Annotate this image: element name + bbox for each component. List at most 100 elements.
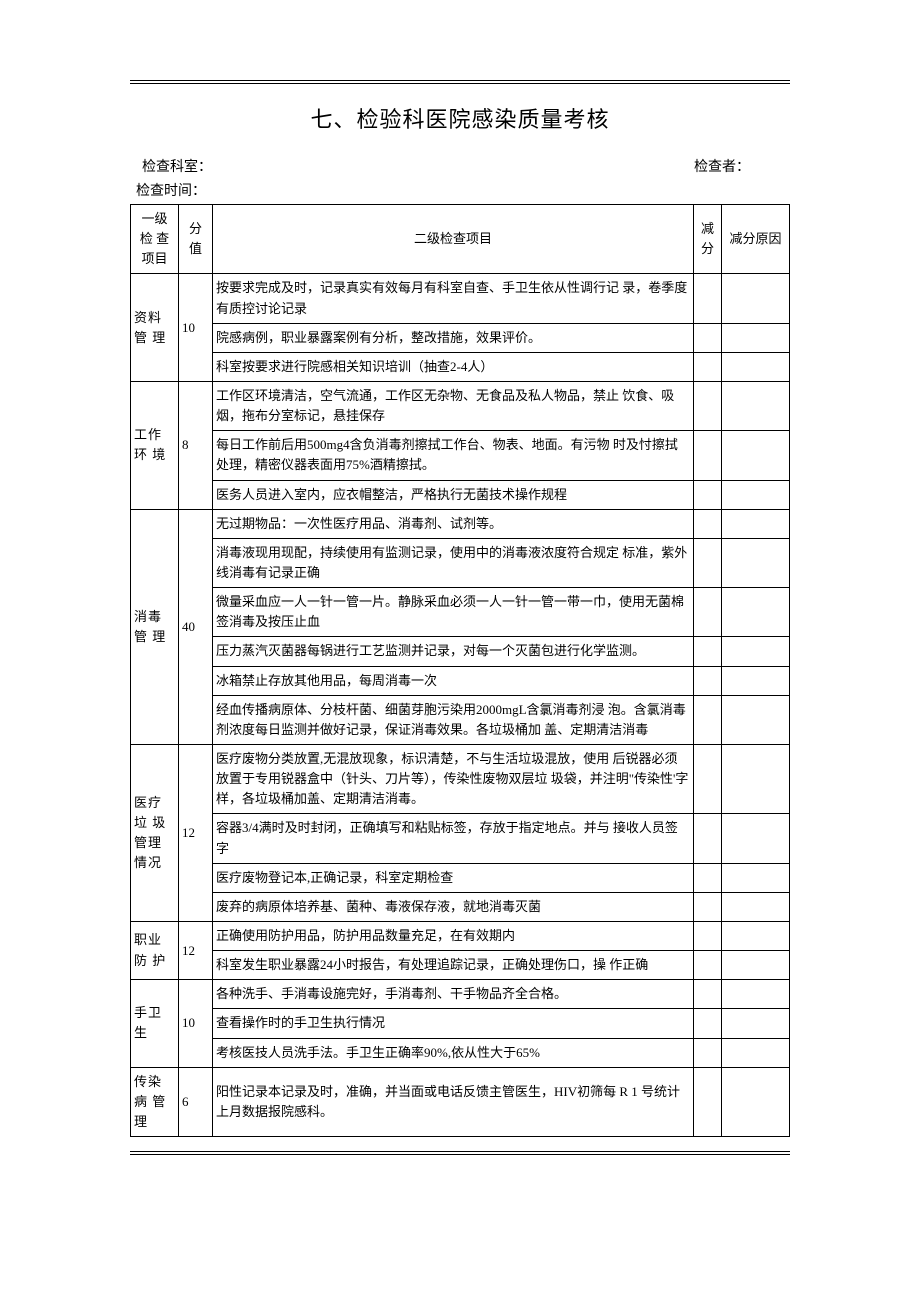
reason-cell [722,744,790,813]
item-cell: 容器3/4满时及时封闭，正确填写和粘贴标签，存放于指定地点。并与 接收人员签字 [213,814,694,863]
item-cell: 废弃的病原体培养基、菌种、毒液保存液，就地消毒灭菌 [213,892,694,921]
item-cell: 阳性记录本记录及时，准确，并当面或电话反馈主管医生，HIV初筛每 R 1 号统计… [213,1067,694,1136]
score-cell: 10 [179,980,213,1067]
reason-cell [722,431,790,480]
table-row: 每日工作前后用500mg4含负消毒剂擦拭工作台、物表、地面。有污物 时及忖擦拭处… [131,431,790,480]
item-cell: 冰箱禁止存放其他用品，每周消毒一次 [213,666,694,695]
reason-cell [722,863,790,892]
reason-cell [722,951,790,980]
deduct-cell [694,480,722,509]
header-reason: 减分原因 [722,205,790,274]
item-cell: 考核医技人员洗手法。手卫生正确率90%,依从性大于65% [213,1038,694,1067]
deduct-cell [694,863,722,892]
category-cell: 资料 管 理 [131,274,179,382]
top-rule [130,80,790,84]
item-cell: 科室按要求进行院感相关知识培训（抽查2-4人） [213,352,694,381]
header-deduct: 减 分 [694,205,722,274]
item-cell: 科室发生职业暴露24小时报告，有处理追踪记录，正确处理伤口，操 作正确 [213,951,694,980]
score-cell: 6 [179,1067,213,1136]
assessment-table: 一级 检 查 项目 分 值 二级检查项目 减 分 减分原因 资料 管 理10按要… [130,204,790,1137]
reason-cell [722,1009,790,1038]
bottom-rule [130,1151,790,1155]
table-row: 资料 管 理10按要求完成及时，记录真实有效每月有科室自查、手卫生依从性调行记 … [131,274,790,323]
table-row: 消毒 管 理40无过期物品：一次性医疗用品、消毒剂、试剂等。 [131,509,790,538]
item-cell: 医疗废物分类放置,无混放现象，标识清楚，不与生活垃圾混放，使用 后锐器必须放置于… [213,744,694,813]
deduct-cell [694,538,722,587]
table-row: 微量采血应一人一针一管一片。静脉采血必须一人一针一管一带一巾，使用无菌棉签消毒及… [131,588,790,637]
item-cell: 工作区环境清洁，空气流通，工作区无杂物、无食品及私人物品，禁止 饮食、吸烟，拖布… [213,381,694,430]
item-cell: 院感病例，职业暴露案例有分析，整改措施，效果评价。 [213,323,694,352]
header-item: 二级检查项目 [213,205,694,274]
score-cell: 40 [179,509,213,744]
reason-cell [722,637,790,666]
score-cell: 8 [179,381,213,509]
table-row: 医务人员进入室内，应衣帽整洁，严格执行无菌技术操作规程 [131,480,790,509]
category-cell: 手卫 生 [131,980,179,1067]
deduct-cell [694,431,722,480]
item-cell: 查看操作时的手卫生执行情况 [213,1009,694,1038]
category-cell: 职业 防 护 [131,921,179,979]
reason-cell [722,538,790,587]
deduct-cell [694,381,722,430]
table-row: 医疗 垃 圾 管理 情况12医疗废物分类放置,无混放现象，标识清楚，不与生活垃圾… [131,744,790,813]
deduct-cell [694,744,722,813]
item-cell: 无过期物品：一次性医疗用品、消毒剂、试剂等。 [213,509,694,538]
item-cell: 正确使用防护用品，防护用品数量充足，在有效期内 [213,921,694,950]
item-cell: 按要求完成及时，记录真实有效每月有科室自查、手卫生依从性调行记 录，卷季度有质控… [213,274,694,323]
header-score: 分 值 [179,205,213,274]
deduct-cell [694,588,722,637]
reason-cell [722,892,790,921]
table-row: 手卫 生10各种洗手、手消毒设施完好，手消毒剂、干手物品齐全合格。 [131,980,790,1009]
table-row: 职业 防 护12正确使用防护用品，防护用品数量充足，在有效期内 [131,921,790,950]
reason-cell [722,352,790,381]
item-cell: 各种洗手、手消毒设施完好，手消毒剂、干手物品齐全合格。 [213,980,694,1009]
deduct-cell [694,666,722,695]
reason-cell [722,323,790,352]
item-cell: 消毒液现用现配，持续使用有监测记录，使用中的消毒液浓度符合规定 标准，紫外线消毒… [213,538,694,587]
table-row: 查看操作时的手卫生执行情况 [131,1009,790,1038]
score-cell: 12 [179,744,213,921]
score-cell: 12 [179,921,213,979]
category-cell: 传染 病 管 理 [131,1067,179,1136]
reason-cell [722,666,790,695]
reason-cell [722,921,790,950]
time-label: 检查时间： [130,180,790,200]
table-header-row: 一级 检 查 项目 分 值 二级检查项目 减 分 减分原因 [131,205,790,274]
table-row: 工作 环 境8工作区环境清洁，空气流通，工作区无杂物、无食品及私人物品，禁止 饮… [131,381,790,430]
table-row: 废弃的病原体培养基、菌种、毒液保存液，就地消毒灭菌 [131,892,790,921]
reason-cell [722,980,790,1009]
document-page: 七、检验科医院感染质量考核 检查科室： 检查者： 检查时间： 一级 检 查 项目… [0,0,920,1215]
header-category: 一级 检 查 项目 [131,205,179,274]
deduct-cell [694,509,722,538]
deduct-cell [694,980,722,1009]
table-row: 消毒液现用现配，持续使用有监测记录，使用中的消毒液浓度符合规定 标准，紫外线消毒… [131,538,790,587]
deduct-cell [694,323,722,352]
checker-label: 检查者： [688,156,750,176]
table-row: 经血传播病原体、分枝杆菌、细菌芽胞污染用2000mgL含氯消毒剂浸 泡。含氯消毒… [131,695,790,744]
category-cell: 工作 环 境 [131,381,179,509]
reason-cell [722,1067,790,1136]
deduct-cell [694,352,722,381]
table-row: 容器3/4满时及时封闭，正确填写和粘贴标签，存放于指定地点。并与 接收人员签字 [131,814,790,863]
page-title: 七、检验科医院感染质量考核 [130,102,790,134]
deduct-cell [694,695,722,744]
reason-cell [722,695,790,744]
reason-cell [722,480,790,509]
item-cell: 每日工作前后用500mg4含负消毒剂擦拭工作台、物表、地面。有污物 时及忖擦拭处… [213,431,694,480]
reason-cell [722,509,790,538]
reason-cell [722,1038,790,1067]
table-row: 院感病例，职业暴露案例有分析，整改措施，效果评价。 [131,323,790,352]
table-row: 传染 病 管 理6阳性记录本记录及时，准确，并当面或电话反馈主管医生，HIV初筛… [131,1067,790,1136]
deduct-cell [694,814,722,863]
deduct-cell [694,892,722,921]
deduct-cell [694,637,722,666]
reason-cell [722,588,790,637]
item-cell: 压力蒸汽灭菌器每锅进行工艺监测并记录，对每一个灭菌包进行化学监测。 [213,637,694,666]
score-cell: 10 [179,274,213,382]
deduct-cell [694,1067,722,1136]
table-row: 冰箱禁止存放其他用品，每周消毒一次 [131,666,790,695]
deduct-cell [694,1038,722,1067]
table-row: 医疗废物登记本,正确记录，科室定期检查 [131,863,790,892]
table-row: 科室按要求进行院感相关知识培训（抽查2-4人） [131,352,790,381]
item-cell: 经血传播病原体、分枝杆菌、细菌芽胞污染用2000mgL含氯消毒剂浸 泡。含氯消毒… [213,695,694,744]
